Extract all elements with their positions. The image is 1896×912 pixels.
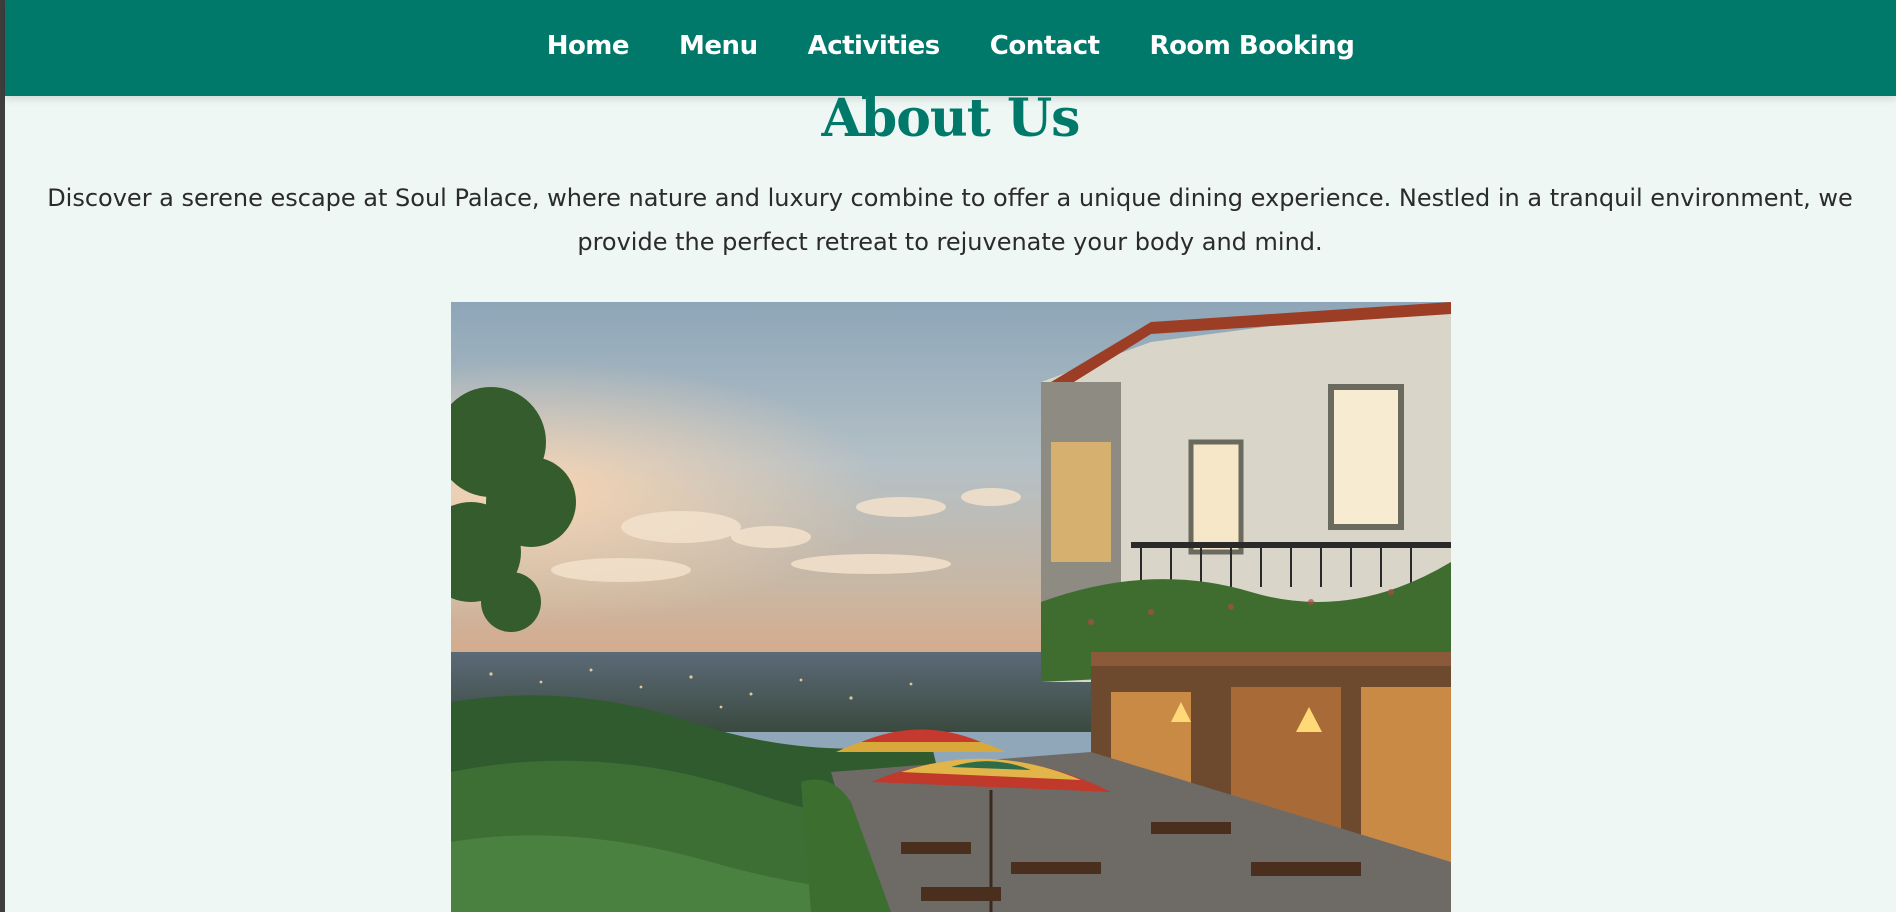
nav-contact-link[interactable]: Contact xyxy=(990,31,1100,61)
top-navbar: Home Menu Activities Contact Room Bookin… xyxy=(5,0,1896,96)
restaurant-terrace-image xyxy=(451,302,1451,912)
nav-room-booking-link[interactable]: Room Booking xyxy=(1150,31,1355,61)
nav-home-link[interactable]: Home xyxy=(547,31,630,61)
about-us-heading: About Us xyxy=(821,88,1081,149)
nav-activities-link[interactable]: Activities xyxy=(808,31,941,61)
about-us-description: Discover a serene escape at Soul Palace,… xyxy=(47,184,1853,256)
nav-menu-link[interactable]: Menu xyxy=(679,31,758,61)
